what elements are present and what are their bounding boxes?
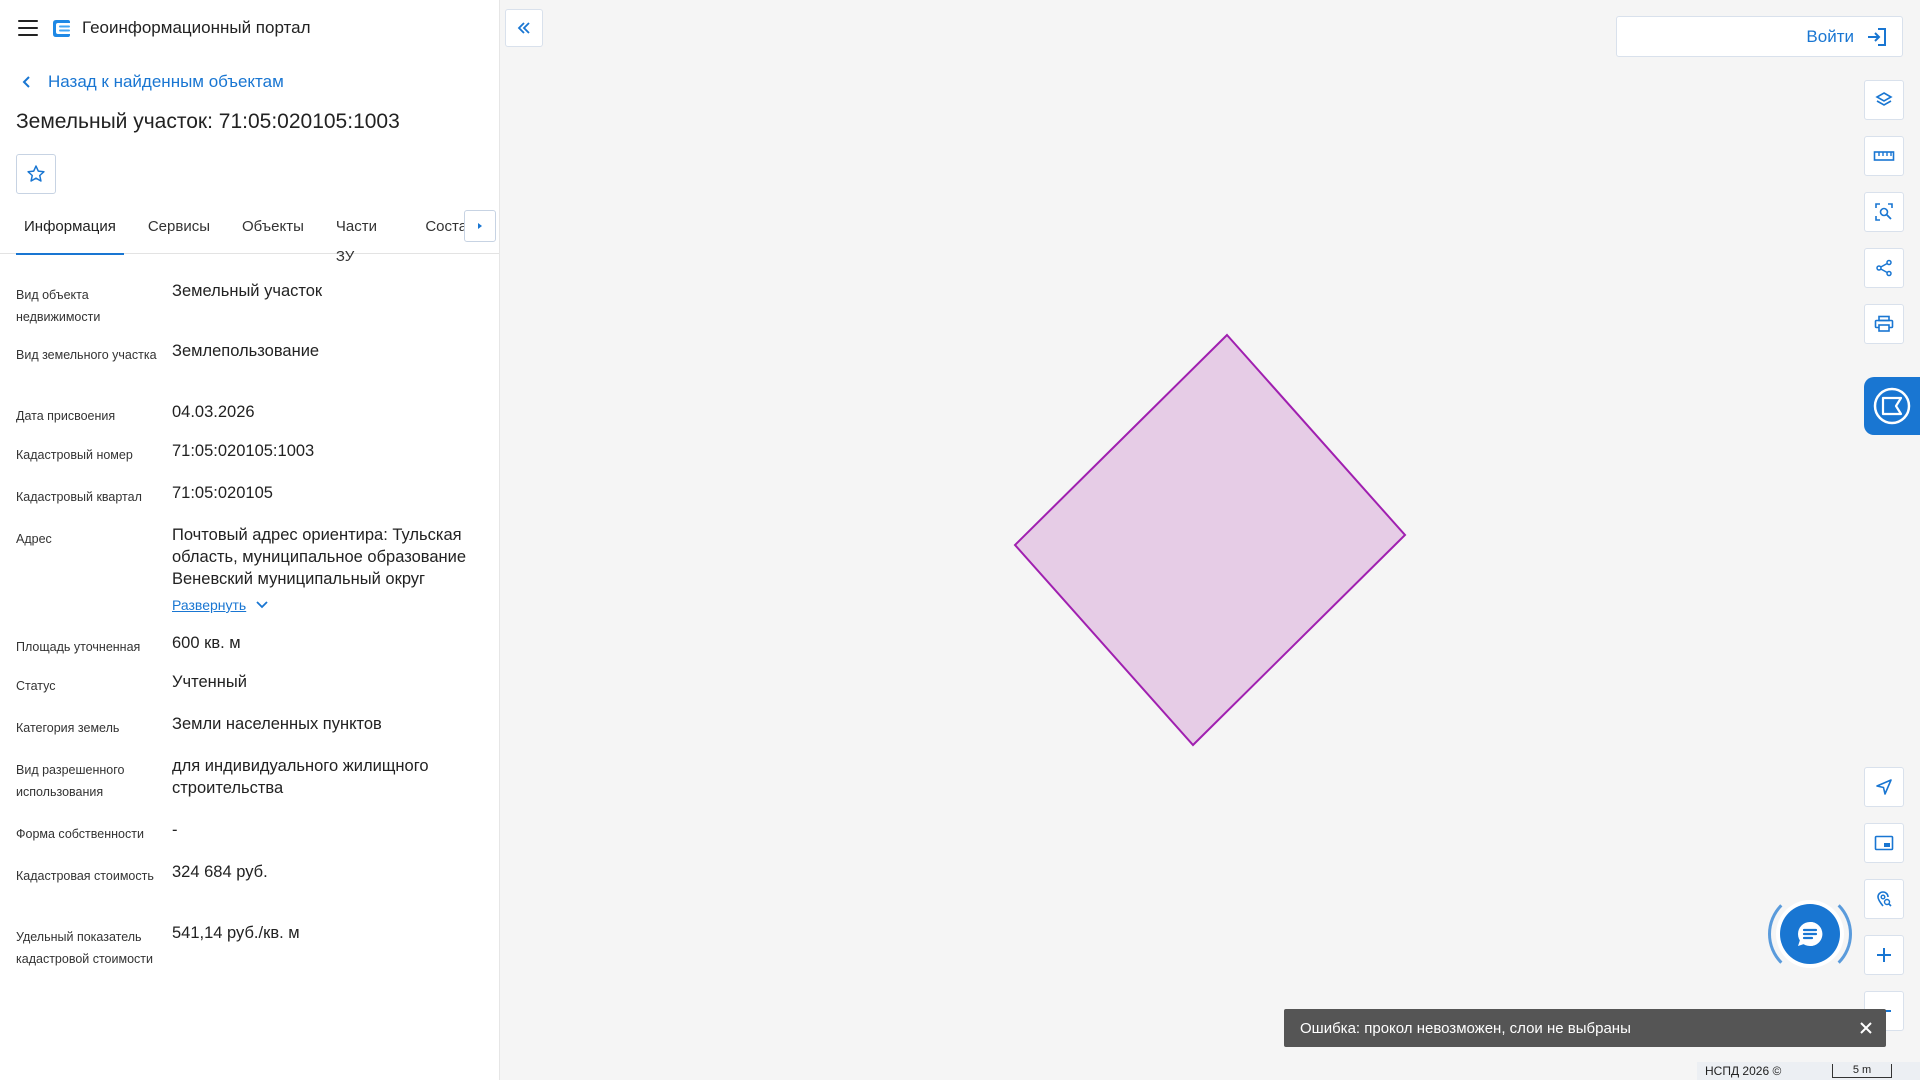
point-info-icon [1877,891,1892,907]
property-row: Кадастровая стоимость 324 684 руб. [16,861,499,922]
object-title: Земельный участок: 71:05:020105:1003 [16,110,400,133]
layers-icon [1875,92,1893,106]
error-toast: Ошибка: прокол невозможен, слои не выбра… [1284,1009,1886,1047]
tab-parts[interactable]: Части ЗУ [328,212,401,265]
minimap-button[interactable] [1864,823,1904,863]
property-value: 324 684 руб. [172,863,268,881]
property-label: Вид земельного участка [16,348,157,362]
tab-info[interactable]: Информация [16,212,124,255]
ruler-button[interactable] [1864,136,1904,176]
property-row: Статус Учтенный [16,671,499,713]
property-label: Удельный показатель кадастровой стоимост… [16,930,153,966]
layers-button[interactable] [1864,80,1904,120]
app-title: Геоинформационный портал [82,18,311,37]
tab-services[interactable]: Сервисы [140,212,218,254]
share-icon [1876,259,1892,277]
property-row: Удельный показатель кадастровой стоимост… [16,922,499,992]
caret-right-icon [478,223,482,229]
property-row: Кадастровый номер 71:05:020105:1003 [16,440,499,482]
property-label: Кадастровая стоимость [16,869,154,883]
expand-label: Развернуть [172,597,247,613]
toast-message: Ошибка: прокол невозможен, слои не выбра… [1300,1019,1631,1037]
ruler-icon [1873,151,1895,161]
locate-button[interactable] [1864,767,1904,807]
property-row: Вид земельного участка Землепользование [16,340,499,401]
property-value: Почтовый адрес ориентира: Тульская облас… [172,524,492,616]
sidebar: Геоинформационный портал Назад к найденн… [0,0,500,1080]
zoom-in-button[interactable] [1864,935,1904,975]
property-row: Категория земель Земли населенных пункто… [16,713,499,755]
tabs-scroll-right-button[interactable] [464,210,496,242]
chevron-down-icon [256,601,268,609]
property-label: Вид разрешенного использования [16,763,125,799]
property-value: Земли населенных пунктов [172,715,382,733]
favorite-button[interactable] [16,154,56,194]
point-info-button[interactable] [1864,879,1904,919]
property-row: Вид разрешенного использования для индив… [16,755,499,819]
property-label: Форма собственности [16,827,144,841]
print-button[interactable] [1864,304,1904,344]
star-icon [27,165,45,182]
property-label: Кадастровый квартал [16,490,142,504]
property-value: 600 кв. м [172,634,241,652]
property-value: 04.03.2026 [172,403,255,421]
property-row: Кадастровый квартал 71:05:020105 [16,482,499,524]
double-chevron-left-icon [517,22,530,34]
login-icon [1868,27,1886,46]
property-label: Кадастровый номер [16,448,133,462]
property-list: Вид объекта недвижимости Земельный участ… [0,280,499,992]
print-icon [1874,315,1894,332]
attribution-text: НСПД 2026 © [1705,1064,1782,1078]
topbar: Геоинформационный портал [0,0,499,56]
area-search-button[interactable] [1864,192,1904,232]
close-icon[interactable] [1856,1018,1876,1038]
property-value: для индивидуального жилищного строительс… [172,757,429,797]
property-label: Дата присвоения [16,409,116,423]
locate-icon [1876,779,1892,795]
share-button[interactable] [1864,248,1904,288]
support-chat-button[interactable] [1776,900,1844,968]
property-value: Земельный участок [172,282,323,300]
address-text: Почтовый адрес ориентира: Тульская облас… [172,526,467,588]
land-parcel-polygon[interactable] [500,0,1920,1080]
property-label: Адрес [16,532,52,546]
property-label: Вид объекта недвижимости [16,288,101,324]
tab-objects[interactable]: Объекты [234,212,312,254]
property-row: Вид объекта недвижимости Земельный участ… [16,280,499,340]
minimap-icon [1874,835,1894,851]
chevron-left-icon [22,76,30,88]
property-row: Дата присвоения 04.03.2026 [16,401,499,440]
scale-bar: 5 m [1832,1064,1892,1078]
property-value: - [172,821,178,839]
property-row: Форма собственности - [16,819,499,861]
chat-bubble-icon [1873,387,1911,425]
collapse-sidebar-button[interactable] [505,9,543,47]
property-label: Площадь уточненная [16,640,141,654]
property-value: Землепользование [172,342,320,360]
expand-link[interactable]: Развернуть [172,594,268,616]
property-value: 71:05:020105 [172,484,273,502]
property-value: Учтенный [172,673,247,691]
map-canvas[interactable] [500,0,1920,1080]
portal-logo-icon [53,20,70,37]
property-row: Адрес Почтовый адрес ориентира: Тульская… [16,524,499,632]
services-panel-button[interactable] [1864,377,1920,435]
chat-fab-inner [1780,904,1840,964]
back-link-label: Назад к найденным объектам [48,72,284,91]
login-button[interactable]: Войти [1616,16,1903,57]
tab-bar: Информация Сервисы Объекты Части ЗУ Сост… [0,210,499,265]
zoom-in-icon [1877,948,1891,962]
hamburger-icon[interactable] [18,20,38,36]
property-label: Статус [16,679,56,693]
property-value: 71:05:020105:1003 [172,442,315,460]
back-to-results-link[interactable]: Назад к найденным объектам [0,72,499,92]
property-value: 541,14 руб./кв. м [172,924,300,942]
property-row: Площадь уточненная 600 кв. м [16,632,499,671]
property-label: Категория земель [16,721,120,735]
chat-icon [1798,921,1823,946]
login-label: Войти [1806,26,1854,46]
area-search-icon [1875,203,1893,221]
